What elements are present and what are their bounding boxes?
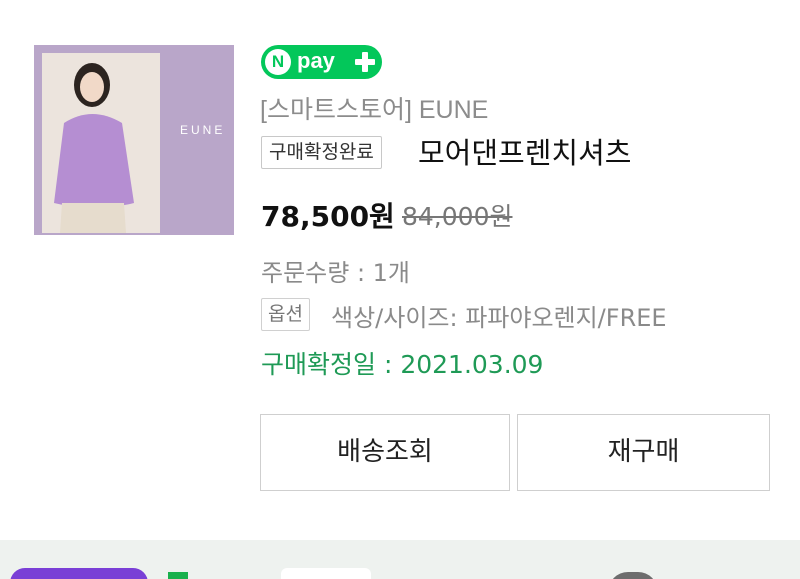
status-badge: 구매확정완료 [261,136,382,169]
rebuy-button[interactable]: 재구매 [517,414,770,491]
npay-n-logo: N [265,49,291,75]
original-price: 84,000원 [402,202,513,231]
model-illustration [42,53,160,233]
next-section-strip [0,540,800,579]
product-name[interactable]: 모어댄프렌치셔츠 [418,130,631,172]
store-label[interactable]: [스마트스토어] EUNE [260,90,488,126]
track-delivery-button[interactable]: 배송조회 [260,414,510,491]
purchase-confirm-date: 구매확정일 : 2021.03.09 [261,350,544,379]
product-photo [42,53,160,233]
product-thumbnail[interactable]: EUNE [34,45,234,235]
option-badge: 옵션 [261,298,310,331]
npay-plus-badge: N pay [261,45,382,79]
brand-mark: EUNE [180,123,226,137]
npay-word: pay [297,48,335,73]
order-quantity: 주문수량 : 1개 [261,259,411,287]
option-text: 색상/사이즈: 파파야오렌지/FREE [331,304,667,332]
card-top [281,568,371,579]
plus-icon [355,52,375,72]
avatar [608,572,658,579]
purple-pill-tag[interactable] [10,568,148,579]
green-marker [168,572,188,579]
sale-price: 78,500원 [261,200,395,233]
